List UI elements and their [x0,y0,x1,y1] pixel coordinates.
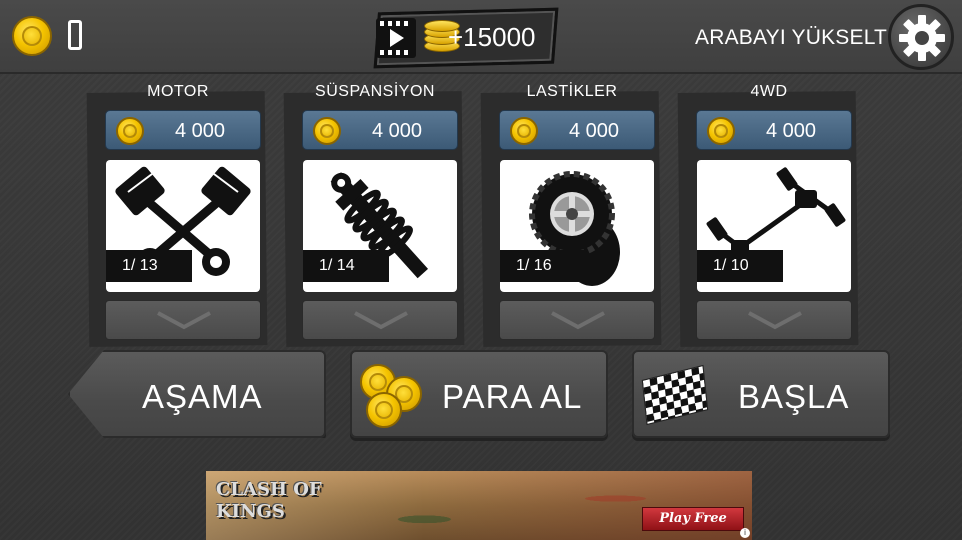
coin-icon [116,117,144,145]
stage-button-label: AŞAMA [142,378,263,415]
upgrade-image-suspension[interactable]: 1/ 14 [303,160,457,292]
coin-balance-display [68,20,82,50]
chevron-down-icon [748,311,802,330]
upgrade-price-4wd[interactable]: 4 000 [696,110,852,150]
upgrade-image-motor[interactable]: 1/ 13 [106,160,260,292]
expand-button-4wd[interactable] [696,300,852,340]
gear-icon [899,15,945,61]
coin-icon [12,16,52,56]
video-reward-amount: +15000 [448,22,536,52]
ad-banner[interactable]: CLASH OF KINGS Play Free i [206,471,752,540]
expand-button-motor[interactable] [105,300,261,340]
expand-button-tires[interactable] [499,300,655,340]
upgrade-label-tires: LASTİKLER [526,83,618,100]
price-value: 4 000 [174,120,226,142]
settings-button[interactable] [888,4,954,70]
upgrade-level-4wd: 1/ 10 [697,250,783,282]
upgrade-label-4wd: 4WD [750,83,788,100]
coin-icon [313,117,341,145]
upgrade-price-motor[interactable]: 4 000 [105,110,261,150]
upgrade-image-tires[interactable]: 1/ 16 [500,160,654,292]
play-icon [390,29,404,47]
price-value: 4 000 [568,120,620,142]
price-value: 4 000 [371,120,423,142]
upgrade-level-suspension: 1/ 14 [303,250,389,282]
chevron-down-icon [551,311,605,330]
stage-button[interactable]: AŞAMA [68,350,326,438]
chevron-down-icon [354,311,408,330]
upgrade-label-motor: MOTOR [147,83,209,100]
ad-logo: CLASH OF KINGS [216,479,322,522]
upgrade-image-4wd[interactable]: 1/ 10 [697,160,851,292]
upgrade-price-suspension[interactable]: 4 000 [302,110,458,150]
ad-play-button[interactable]: Play Free [642,507,744,531]
upgrade-level-tires: 1/ 16 [500,250,586,282]
coin-icon [510,117,538,145]
checkered-flag-icon [641,364,709,426]
upgrade-price-tires[interactable]: 4 000 [499,110,655,150]
page-title: ARABAYI YÜKSELT [695,26,888,49]
get-coins-button-label: PARA AL [442,378,583,415]
start-button[interactable]: BAŞLA [632,350,890,438]
get-coins-button[interactable]: PARA AL [350,350,608,438]
upgrade-label-suspension: SÜSPANSİYON [315,83,435,100]
coin-icon [707,117,735,145]
ad-info-icon[interactable]: i [740,528,750,538]
expand-button-suspension[interactable] [302,300,458,340]
price-value: 4 000 [765,120,817,142]
upgrade-level-motor: 1/ 13 [106,250,192,282]
start-button-label: BAŞLA [738,378,850,415]
chevron-down-icon [157,311,211,330]
